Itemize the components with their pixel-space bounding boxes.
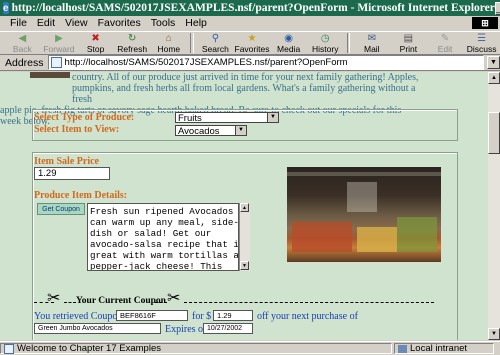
window-title: http://localhost/SAMS/502017JSEXAMPLES.n…	[11, 2, 495, 14]
menu-help[interactable]: Help	[185, 17, 207, 29]
page-content: country. All of our produce just arrived…	[0, 72, 488, 340]
coupon-date-field[interactable]: 10/27/2002	[203, 323, 253, 334]
minimize-button[interactable]: _	[494, 1, 500, 15]
address-dropdown-button[interactable]: ▼	[487, 56, 500, 69]
page-done-icon	[4, 343, 14, 354]
toolbar-separator	[346, 33, 351, 53]
menu-tools[interactable]: Tools	[151, 17, 176, 29]
coupon-divider-right	[184, 302, 434, 303]
coupon-amount-field[interactable]: 1.29	[213, 310, 253, 321]
favorites-button[interactable]: ★ Favorites	[234, 32, 271, 54]
coupon-off-text: off your next purchase of	[257, 311, 358, 322]
ie-logo-icon: e	[3, 2, 9, 14]
discuss-button[interactable]: ☰ Discuss	[463, 32, 500, 54]
media-button[interactable]: ◉ Media	[270, 32, 307, 54]
menu-bar: File Edit View Favorites Tools Help	[0, 16, 500, 30]
toolbar: ◀ Back ▶ Forward ✖ Stop ↻ Refresh ⌂ Home ⚲ Sea…	[0, 31, 500, 55]
page-icon	[50, 57, 62, 68]
back-button[interactable]: ◀ Back	[4, 32, 41, 54]
produce-type-label: Select Type of Produce:	[34, 112, 135, 123]
item-view-select[interactable]: Avocados ▼	[175, 125, 247, 137]
home-button[interactable]: ⌂ Home	[151, 32, 188, 54]
edit-button[interactable]: ✎ Edit	[427, 32, 464, 54]
title-bar: e http://localhost/SAMS/502017JSEXAMPLES…	[0, 0, 500, 16]
forward-button[interactable]: ▶ Forward	[41, 32, 78, 54]
home-icon: ⌂	[165, 32, 172, 44]
edit-icon: ✎	[440, 32, 450, 44]
address-url: http://localhost/SAMS/502017JSEXAMPLES.n…	[64, 57, 348, 68]
menu-favorites[interactable]: Favorites	[98, 17, 141, 29]
scroll-up-icon[interactable]: ▲	[240, 203, 249, 212]
status-message: Welcome to Chapter 17 Examples	[0, 343, 392, 354]
page-scrollbar[interactable]: ▲ ▼	[488, 72, 500, 340]
coupon-for-text: for $	[192, 311, 212, 322]
print-button[interactable]: ▤ Print	[390, 32, 427, 54]
coupon-item-field[interactable]: Green Jumbo Avocados	[34, 323, 161, 334]
stop-icon: ✖	[91, 32, 100, 44]
produce-photo	[287, 167, 441, 262]
favorites-icon: ★	[247, 32, 257, 44]
address-input[interactable]: http://localhost/SAMS/502017JSEXAMPLES.n…	[47, 55, 484, 70]
intranet-icon	[398, 344, 407, 353]
scroll-up-icon[interactable]: ▲	[488, 72, 500, 84]
chevron-down-icon: ▼	[267, 113, 278, 122]
scroll-down-icon[interactable]: ▼	[488, 328, 500, 340]
item-details-label: Produce Item Details:	[34, 190, 128, 201]
coupon-number-field[interactable]: BEF8616F	[116, 310, 188, 321]
item-view-label: Select Item to View:	[34, 124, 120, 135]
search-button[interactable]: ⚲ Search	[197, 32, 234, 54]
search-icon: ⚲	[211, 32, 220, 44]
status-bar: Welcome to Chapter 17 Examples Local int…	[0, 341, 500, 355]
back-arrow-icon: ◀	[18, 32, 27, 44]
details-scrollbar[interactable]: ▲ ▼	[239, 203, 250, 271]
history-icon: ◷	[320, 32, 330, 44]
print-icon: ▤	[403, 32, 414, 44]
address-label: Address	[5, 56, 44, 69]
scissors-icon: ✂	[47, 290, 61, 307]
coupon-heading: Your Current Coupon	[76, 296, 166, 306]
sale-price-field[interactable]: 1.29	[34, 167, 110, 180]
refresh-button[interactable]: ↻ Refresh	[114, 32, 151, 54]
mail-icon: ✉	[367, 32, 376, 44]
menu-edit[interactable]: Edit	[37, 17, 55, 29]
media-icon: ◉	[284, 32, 293, 44]
coupon-divider-mid	[64, 302, 76, 303]
discuss-icon: ☰	[477, 32, 487, 44]
scroll-down-icon[interactable]: ▼	[240, 261, 249, 270]
menu-view[interactable]: View	[65, 17, 88, 29]
forward-arrow-icon: ▶	[55, 32, 63, 44]
scrollbar-thumb[interactable]	[488, 112, 500, 154]
toolbar-separator	[190, 33, 195, 53]
stop-button[interactable]: ✖ Stop	[77, 32, 114, 54]
menu-file[interactable]: File	[10, 17, 27, 29]
windows-logo-icon: ⊞	[472, 17, 498, 29]
produce-type-select[interactable]: Fruits ▼	[175, 112, 279, 124]
coupon-divider-mid2	[155, 302, 167, 303]
chevron-down-icon: ▼	[235, 126, 246, 135]
history-button[interactable]: ◷ History	[307, 32, 344, 54]
mail-button[interactable]: ✉ Mail	[353, 32, 390, 54]
refresh-icon: ↻	[127, 32, 137, 44]
sale-price-label: Item Sale Price	[34, 156, 99, 167]
status-zone: Local intranet	[394, 343, 494, 354]
scissors-icon: ✂	[167, 290, 181, 307]
item-details-textarea[interactable]: Fresh sun ripened Avocados can warm up a…	[87, 203, 239, 271]
address-bar: Address http://localhost/SAMS/502017JSEX…	[0, 55, 500, 71]
get-coupon-button[interactable]: Get Coupon	[37, 203, 85, 215]
